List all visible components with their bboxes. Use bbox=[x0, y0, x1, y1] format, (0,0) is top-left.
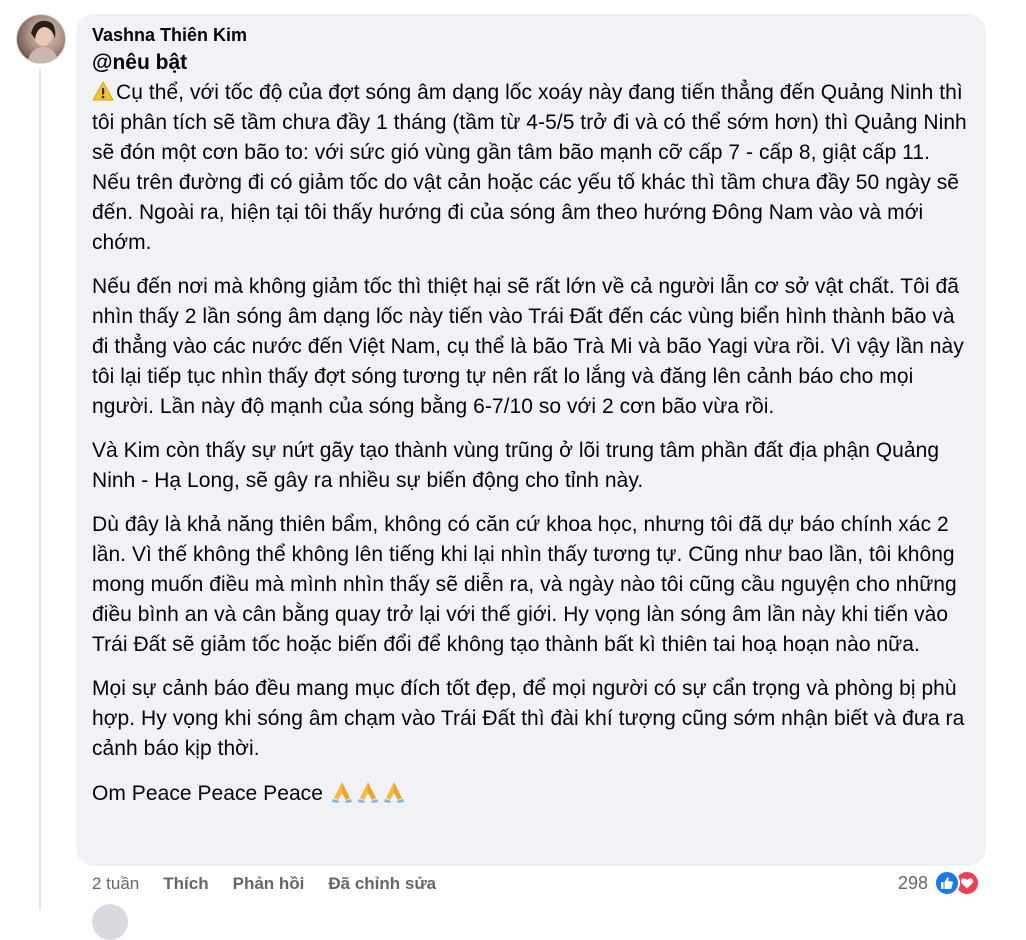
pray-icon bbox=[329, 778, 355, 804]
timestamp[interactable]: 2 tuần bbox=[92, 874, 139, 894]
comment-bubble: Vashna Thiên Kim @nêu bật Cụ thể, với tố… bbox=[76, 14, 986, 866]
comment-paragraph: Cụ thể, với tốc độ của đợt sóng âm dạng … bbox=[92, 78, 970, 258]
comment-author[interactable]: Vashna Thiên Kim bbox=[92, 24, 970, 46]
pray-icon bbox=[381, 778, 407, 804]
thread-line bbox=[39, 68, 41, 910]
reply-button[interactable]: Phản hồi bbox=[233, 874, 305, 894]
pray-icon bbox=[355, 778, 381, 804]
reaction-count: 298 bbox=[897, 872, 928, 893]
like-button[interactable]: Thích bbox=[163, 874, 208, 894]
warning-icon bbox=[92, 80, 114, 101]
comment-closing: Om Peace Peace Peace bbox=[92, 778, 970, 809]
comment-paragraph: Dù đây là khả năng thiên bẩm, không có c… bbox=[92, 513, 957, 656]
closing-text: Om Peace Peace Peace bbox=[92, 782, 323, 805]
comment-paragraph: Mọi sự cảnh báo đều mang mục đích tốt đẹ… bbox=[92, 677, 965, 760]
reply-avatar bbox=[92, 904, 128, 940]
comment-actions: 2 tuần Thích Phản hồi Đã chỉnh sửa bbox=[92, 872, 436, 896]
avatar[interactable] bbox=[16, 14, 66, 64]
comment-paragraph: Nếu đến nơi mà không giảm tốc thì thiệt … bbox=[92, 275, 964, 418]
like-icon bbox=[934, 870, 960, 896]
pray-icons bbox=[329, 782, 407, 805]
mention-tag[interactable]: @nêu bật bbox=[92, 49, 970, 77]
paragraph-text: Cụ thể, với tốc độ của đợt sóng âm dạng … bbox=[92, 81, 967, 254]
comment-paragraph: Và Kim còn thấy sự nứt gãy tạo thành vùn… bbox=[92, 439, 940, 492]
reaction-summary[interactable]: 298 bbox=[898, 870, 980, 896]
edited-label[interactable]: Đã chỉnh sửa bbox=[328, 874, 436, 894]
